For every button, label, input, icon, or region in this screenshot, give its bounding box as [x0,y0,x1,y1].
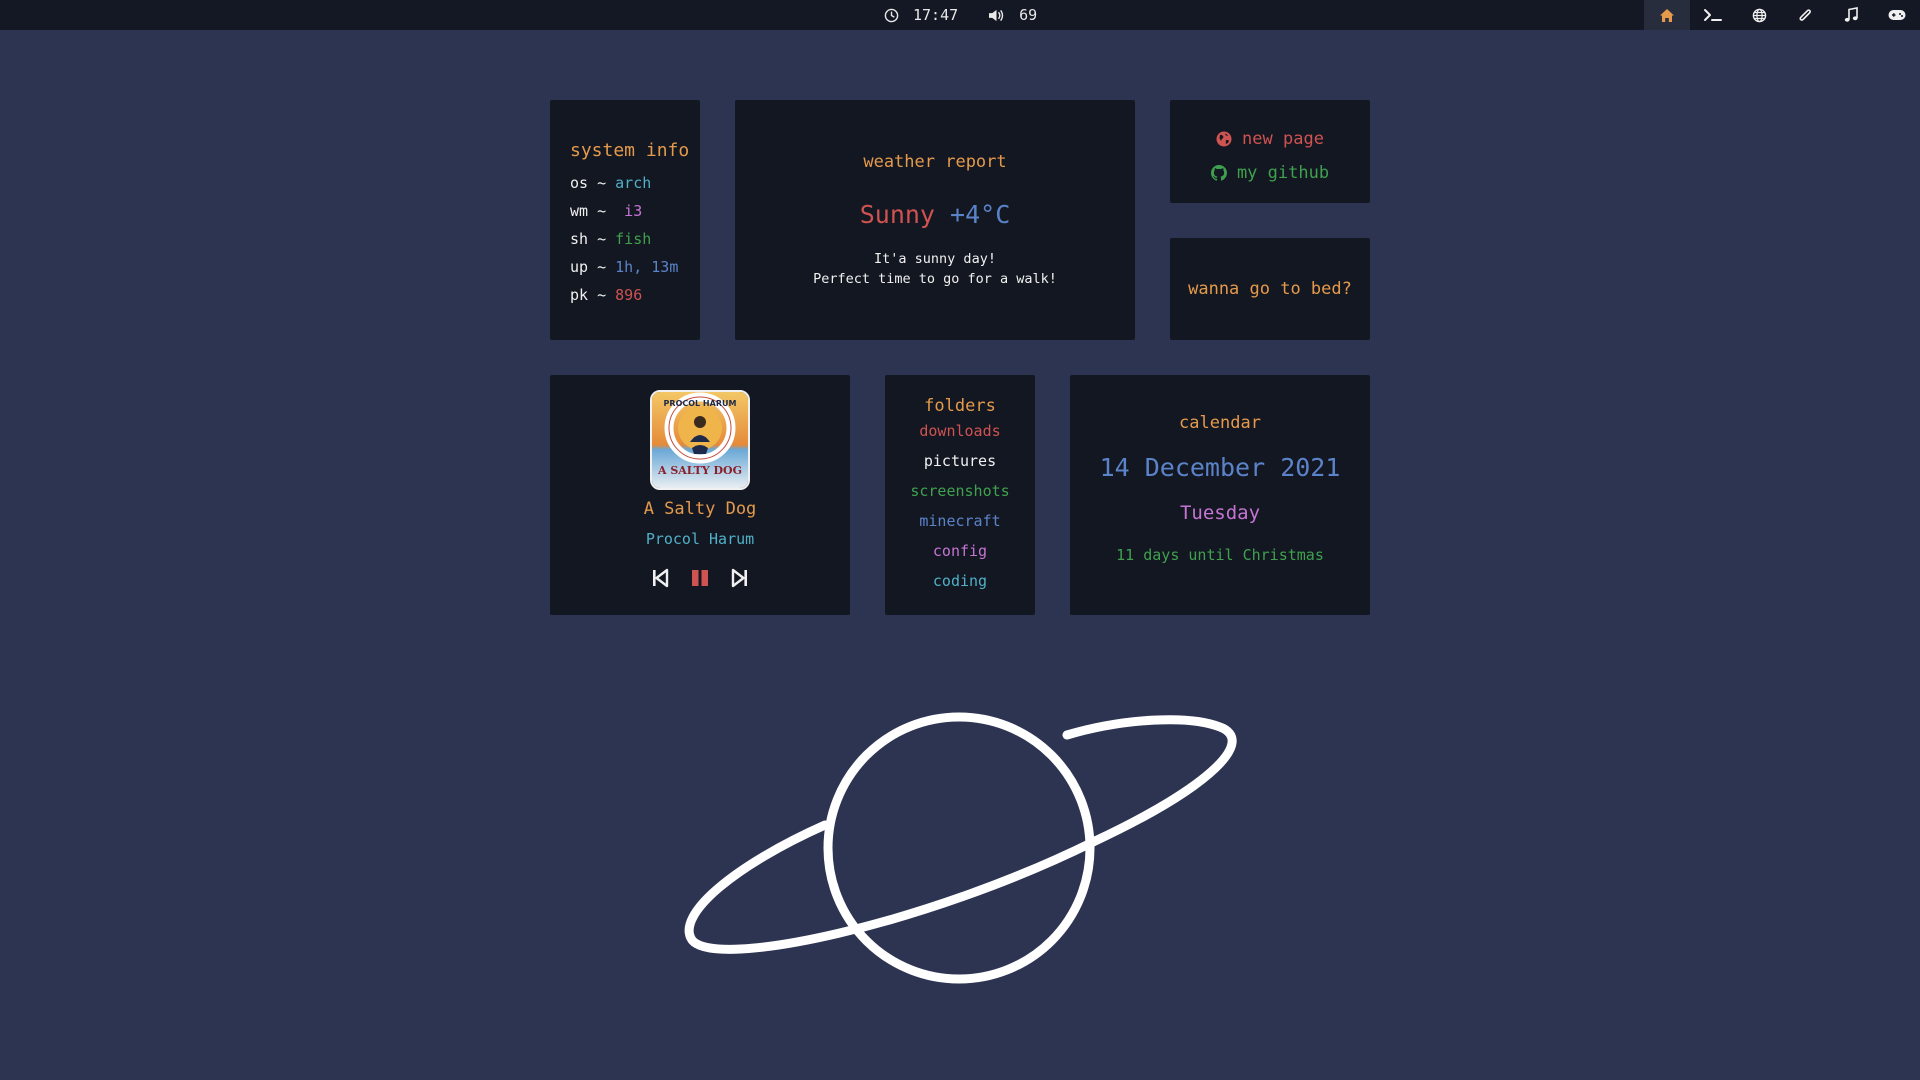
music-player-card: PROCOL HARUM A SALTY DOG A Salty Dog Pro… [550,375,850,615]
skip-back-icon [653,568,669,588]
clock-time: 17:47 [913,6,959,24]
folder-screenshots[interactable]: screenshots [885,476,1035,506]
calendar-card: calendar 14 December 2021 Tuesday 11 day… [1070,375,1370,615]
bed-card[interactable]: wanna go to bed? [1170,238,1370,340]
globe-icon [1752,8,1766,22]
song-title: A Salty Dog [643,499,757,519]
links-card: new page my github [1170,100,1370,203]
sysinfo-os: os ~ arch [570,174,652,192]
sysinfo-wm: wm ~ i3 [570,202,643,220]
tab-games[interactable] [1874,0,1920,30]
tab-music[interactable] [1828,0,1874,30]
svg-text:A SALTY DOG: A SALTY DOG [657,464,742,477]
tab-web[interactable] [1736,0,1782,30]
planet-illustration [684,712,1237,984]
weather-line-1: It'a sunny day! [874,251,996,267]
volume-widget[interactable]: 69 [988,6,1037,24]
album-cover-icon: PROCOL HARUM A SALTY DOG [652,392,748,488]
christmas-countdown: 11 days until Christmas [1116,546,1324,564]
svg-text:PROCOL HARUM: PROCOL HARUM [664,399,737,408]
page-tabs [1644,0,1920,30]
weather-description: It'a sunny day! Perfect time to go for a… [735,249,1135,289]
globe-icon [1216,131,1232,147]
volume-icon [989,9,1004,21]
sysinfo-wm-value: i3 [615,202,643,220]
weather-card: weather report Sunny +4°C It'a sunny day… [735,100,1135,340]
sysinfo-pk: pk ~ 896 [570,286,643,304]
folder-downloads[interactable]: downloads [885,416,1035,446]
status-area: 17:47 69 [884,0,1067,30]
pause-button[interactable] [689,567,711,589]
system-info-heading: system info [570,140,690,161]
folder-pictures[interactable]: pictures [885,446,1035,476]
music-note-icon [1844,7,1858,22]
calendar-date: 14 December 2021 [1099,453,1341,482]
folders-card: folders downloads pictures screenshots m… [885,375,1035,615]
clock-icon [884,8,899,22]
calendar-weekday: Tuesday [1179,502,1261,524]
folder-minecraft[interactable]: minecraft [885,506,1035,536]
weather-line-2: Perfect time to go for a walk! [813,271,1057,287]
home-icon [1660,8,1674,22]
sysinfo-up-value: 1h, 13m [615,258,679,276]
weather-temperature: +4°C [950,200,1011,229]
tab-attachments[interactable] [1782,0,1828,30]
weather-heading: weather report [863,152,1007,172]
github-label: my github [1236,163,1330,183]
skip-forward-icon [731,568,747,588]
new-page-link[interactable]: new page [1170,122,1370,156]
sysinfo-pk-value: 896 [615,286,643,304]
song-artist: Procol Harum [645,530,755,548]
pause-icon [692,570,708,586]
playback-controls [550,567,850,589]
terminal-icon [1704,9,1722,21]
folder-coding[interactable]: coding [885,566,1035,596]
folders-heading: folders [924,396,996,416]
volume-level: 69 [1019,6,1038,24]
tab-terminal[interactable] [1690,0,1736,30]
previous-button[interactable] [649,567,671,589]
sysinfo-up: up ~ 1h, 13m [570,258,679,276]
clock-widget: 17:47 [884,6,958,24]
bed-label: wanna go to bed? [1188,279,1352,299]
next-button[interactable] [729,567,751,589]
top-bar: 17:47 69 [0,0,1920,30]
github-icon [1210,165,1227,181]
weather-summary: Sunny +4°C [735,200,1135,229]
sysinfo-sh: sh ~ fish [570,230,652,248]
calendar-heading: calendar [1179,413,1261,433]
tab-home[interactable] [1644,0,1690,30]
sysinfo-sh-value: fish [615,230,652,248]
album-cover: PROCOL HARUM A SALTY DOG [650,390,750,490]
gamepad-icon [1888,10,1906,20]
paperclip-icon [1799,9,1811,21]
new-page-label: new page [1242,129,1324,149]
weather-condition: Sunny [859,200,935,229]
sysinfo-os-value: arch [615,174,652,192]
folder-config[interactable]: config [885,536,1035,566]
github-link[interactable]: my github [1170,156,1370,190]
system-info-card: system info os ~ arch wm ~ i3 sh ~ fish … [550,100,700,340]
